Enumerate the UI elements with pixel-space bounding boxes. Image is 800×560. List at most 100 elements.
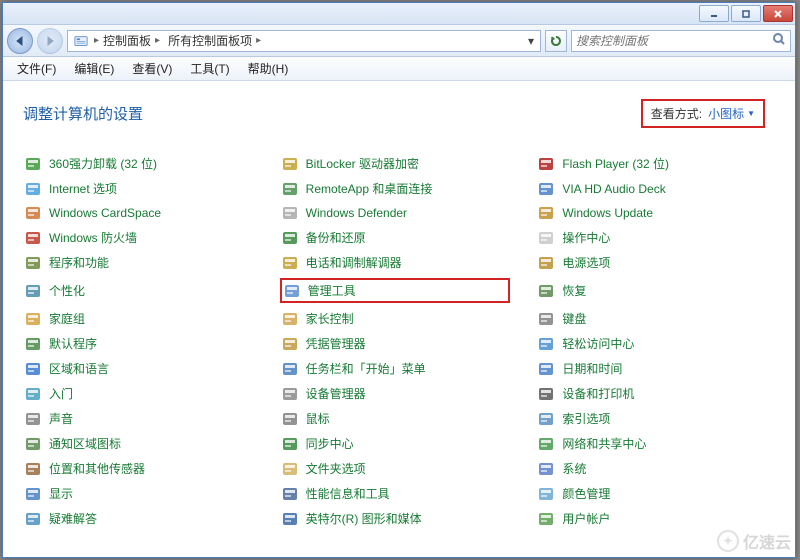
cp-item-label: Windows Defender: [306, 206, 407, 220]
menu-view[interactable]: 查看(V): [124, 58, 180, 79]
cp-item-uninstall[interactable]: 360强力卸载 (32 位): [23, 154, 253, 173]
cp-item-winupdate[interactable]: Windows Update: [536, 204, 766, 222]
cp-item-sound[interactable]: 声音: [23, 409, 253, 428]
cp-item-label: 操作中心: [562, 229, 610, 246]
cp-item-system[interactable]: 系统: [536, 459, 766, 478]
breadcrumb-item[interactable]: 控制面板▸: [99, 31, 164, 51]
breadcrumb-label: 控制面板: [103, 32, 151, 49]
cp-item-label: 恢复: [562, 282, 586, 299]
cp-item-synccenter[interactable]: 同步中心: [280, 434, 510, 453]
maximize-button[interactable]: [731, 5, 761, 22]
cp-item-devicemgr[interactable]: 设备管理器: [280, 384, 510, 403]
cp-item-devprinters[interactable]: 设备和打印机: [536, 384, 766, 403]
region-icon: [25, 361, 41, 377]
cp-item-remoteapp[interactable]: RemoteApp 和桌面连接: [280, 179, 510, 198]
menu-edit[interactable]: 编辑(E): [66, 58, 122, 79]
back-button[interactable]: [7, 28, 33, 54]
cp-item-label: 颜色管理: [562, 485, 610, 502]
cp-item-mouse[interactable]: 鼠标: [280, 409, 510, 428]
minimize-button[interactable]: [699, 5, 729, 22]
cp-item-useraccts[interactable]: 用户帐户: [536, 509, 766, 528]
search-input[interactable]: [576, 34, 772, 48]
breadcrumb-label: 所有控制面板项: [168, 32, 252, 49]
cp-item-getstarted[interactable]: 入门: [23, 384, 253, 403]
synccenter-icon: [282, 436, 298, 452]
trayicons-icon: [25, 436, 41, 452]
cp-item-keyboard[interactable]: 键盘: [536, 309, 766, 328]
control-panel-window: ▸ 控制面板▸ 所有控制面板项▸ ▾ 文件(F) 编辑(E) 查看(V) 工具(…: [2, 2, 796, 558]
cp-item-folderopt[interactable]: 文件夹选项: [280, 459, 510, 478]
cp-item-trayicons[interactable]: 通知区域图标: [23, 434, 253, 453]
cp-item-network[interactable]: 网络和共享中心: [536, 434, 766, 453]
control-panel-icon: [72, 32, 90, 50]
cp-item-location[interactable]: 位置和其他传感器: [23, 459, 253, 478]
cp-item-defender[interactable]: Windows Defender: [280, 204, 510, 222]
cp-item-backup[interactable]: 备份和还原: [280, 228, 510, 247]
cp-item-label: 声音: [49, 410, 73, 427]
cp-item-intelgfx[interactable]: 英特尔(R) 图形和媒体: [280, 509, 510, 528]
menu-help[interactable]: 帮助(H): [240, 58, 297, 79]
view-mode-dropdown[interactable]: 小图标 ▼: [708, 105, 755, 122]
useraccts-icon: [538, 511, 554, 527]
cp-item-label: 显示: [49, 485, 73, 502]
cp-item-datetime[interactable]: 日期和时间: [536, 359, 766, 378]
forward-button[interactable]: [37, 28, 63, 54]
breadcrumb-item[interactable]: 所有控制面板项▸: [164, 31, 265, 51]
search-box[interactable]: [571, 30, 791, 52]
internet-icon: [25, 181, 41, 197]
programs-icon: [25, 255, 41, 271]
system-icon: [538, 461, 554, 477]
cp-item-bitlocker[interactable]: BitLocker 驱动器加密: [280, 154, 510, 173]
main-pane: 调整计算机的设置 查看方式: 小图标 ▼ 360强力卸载 (32 位) BitLo…: [3, 81, 795, 557]
cp-item-admintools[interactable]: 管理工具: [280, 278, 510, 303]
cp-item-flash[interactable]: Flash Player (32 位): [536, 154, 766, 173]
cp-item-personalize[interactable]: 个性化: [23, 278, 253, 303]
cp-item-parental[interactable]: 家长控制: [280, 309, 510, 328]
cp-item-indexing[interactable]: 索引选项: [536, 409, 766, 428]
header-row: 调整计算机的设置 查看方式: 小图标 ▼: [23, 99, 765, 128]
cp-item-easeaccess[interactable]: 轻松访问中心: [536, 334, 766, 353]
cp-item-label: 凭据管理器: [306, 335, 366, 352]
keyboard-icon: [538, 311, 554, 327]
cp-item-recovery[interactable]: 恢复: [536, 278, 766, 303]
firewall-icon: [25, 230, 41, 246]
intelgfx-icon: [282, 511, 298, 527]
cp-item-defaultprog[interactable]: 默认程序: [23, 334, 253, 353]
cp-item-power[interactable]: 电源选项: [536, 253, 766, 272]
refresh-button[interactable]: [545, 30, 567, 52]
content-area: 调整计算机的设置 查看方式: 小图标 ▼ 360强力卸载 (32 位) BitLo…: [3, 81, 795, 557]
actioncenter-icon: [538, 230, 554, 246]
cp-item-display[interactable]: 显示: [23, 484, 253, 503]
close-button[interactable]: [763, 5, 793, 22]
cp-item-label: VIA HD Audio Deck: [562, 182, 665, 196]
cp-item-phone[interactable]: 电话和调制解调器: [280, 253, 510, 272]
address-bar[interactable]: ▸ 控制面板▸ 所有控制面板项▸ ▾: [67, 30, 541, 52]
cp-item-perfinfo[interactable]: 性能信息和工具: [280, 484, 510, 503]
cp-item-internet[interactable]: Internet 选项: [23, 179, 253, 198]
cp-item-label: 日期和时间: [562, 360, 622, 377]
cp-item-credentials[interactable]: 凭据管理器: [280, 334, 510, 353]
cp-item-colormgmt[interactable]: 颜色管理: [536, 484, 766, 503]
cp-item-programs[interactable]: 程序和功能: [23, 253, 253, 272]
cp-item-region[interactable]: 区域和语言: [23, 359, 253, 378]
cp-item-taskbar[interactable]: 任务栏和「开始」菜单: [280, 359, 510, 378]
power-icon: [538, 255, 554, 271]
cp-item-viahd[interactable]: VIA HD Audio Deck: [536, 179, 766, 198]
cp-item-label: 性能信息和工具: [306, 485, 390, 502]
menu-tools[interactable]: 工具(T): [182, 58, 237, 79]
cp-item-label: Windows 防火墙: [49, 229, 137, 246]
cp-item-troubleshoot[interactable]: 疑难解答: [23, 509, 253, 528]
cp-item-homegroup[interactable]: 家庭组: [23, 309, 253, 328]
cp-item-cardspace[interactable]: Windows CardSpace: [23, 204, 253, 222]
cp-item-label: 区域和语言: [49, 360, 109, 377]
page-title: 调整计算机的设置: [23, 103, 143, 124]
sound-icon: [25, 411, 41, 427]
menu-file[interactable]: 文件(F): [9, 58, 64, 79]
cp-item-label: 索引选项: [562, 410, 610, 427]
view-mode-value: 小图标: [708, 105, 744, 122]
cp-item-label: BitLocker 驱动器加密: [306, 155, 419, 172]
cp-item-actioncenter[interactable]: 操作中心: [536, 228, 766, 247]
address-dropdown[interactable]: ▾: [522, 34, 540, 48]
cp-item-label: Windows CardSpace: [49, 206, 161, 220]
cp-item-firewall[interactable]: Windows 防火墙: [23, 228, 253, 247]
